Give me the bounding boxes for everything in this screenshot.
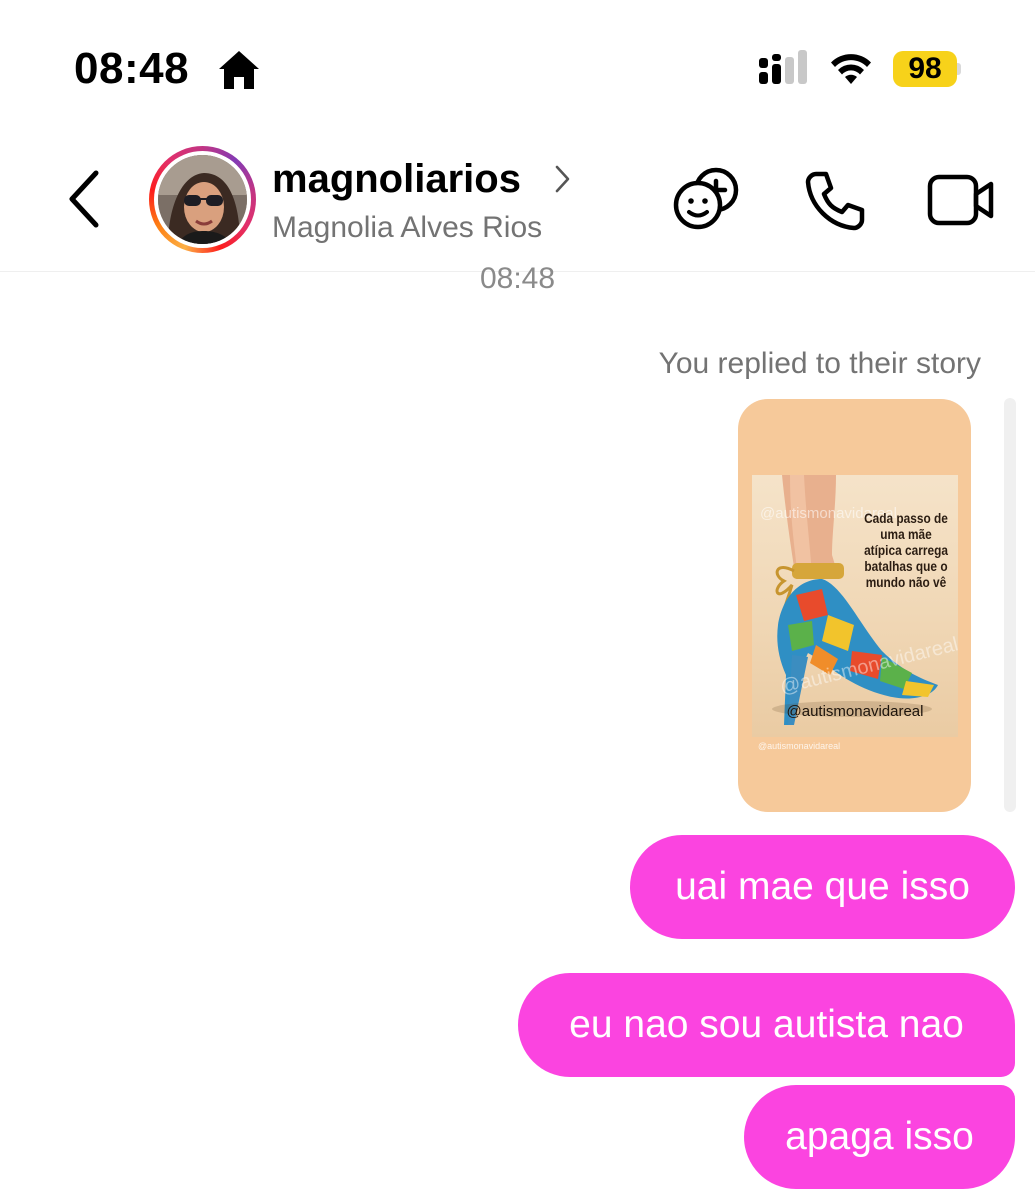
avatar[interactable] [149, 146, 256, 253]
message-bubble[interactable]: eu nao sou autista nao [518, 973, 1015, 1077]
phone-icon[interactable] [802, 168, 866, 232]
story-reply-preview[interactable]: @autismonavidareal @autismonavidareal Ca… [738, 399, 971, 812]
back-icon[interactable] [60, 168, 108, 230]
home-icon [219, 51, 259, 89]
scrollbar[interactable] [1004, 398, 1016, 812]
username[interactable]: magnoliarios [272, 156, 521, 202]
story-footer-handle: @autismonavidareal [758, 741, 841, 751]
timestamp-text: 08:48 [479, 266, 556, 295]
signal-icon [759, 50, 807, 84]
story-image: @autismonavidareal @autismonavidareal Ca… [752, 475, 960, 737]
battery-indicator: 98 [893, 51, 961, 87]
replied-to-story-label: You replied to their story [658, 347, 981, 380]
chevron-right-icon[interactable] [553, 163, 573, 195]
wifi-icon [831, 54, 871, 84]
message-bubble[interactable]: uai mae que isso [630, 835, 1015, 939]
battery-level: 98 [908, 52, 942, 85]
story-handle: @autismonavidareal [786, 703, 924, 720]
message-timestamp: 08:48 [0, 266, 1035, 296]
full-name: Magnolia Alves Rios [272, 211, 543, 244]
message-bubble[interactable]: apaga isso [744, 1085, 1015, 1189]
status-time: 08:48 [74, 44, 190, 93]
add-people-icon[interactable] [672, 166, 744, 232]
story-caption: Cada passo de uma mãe atípica carrega ba… [864, 511, 948, 590]
video-icon[interactable] [926, 173, 996, 227]
